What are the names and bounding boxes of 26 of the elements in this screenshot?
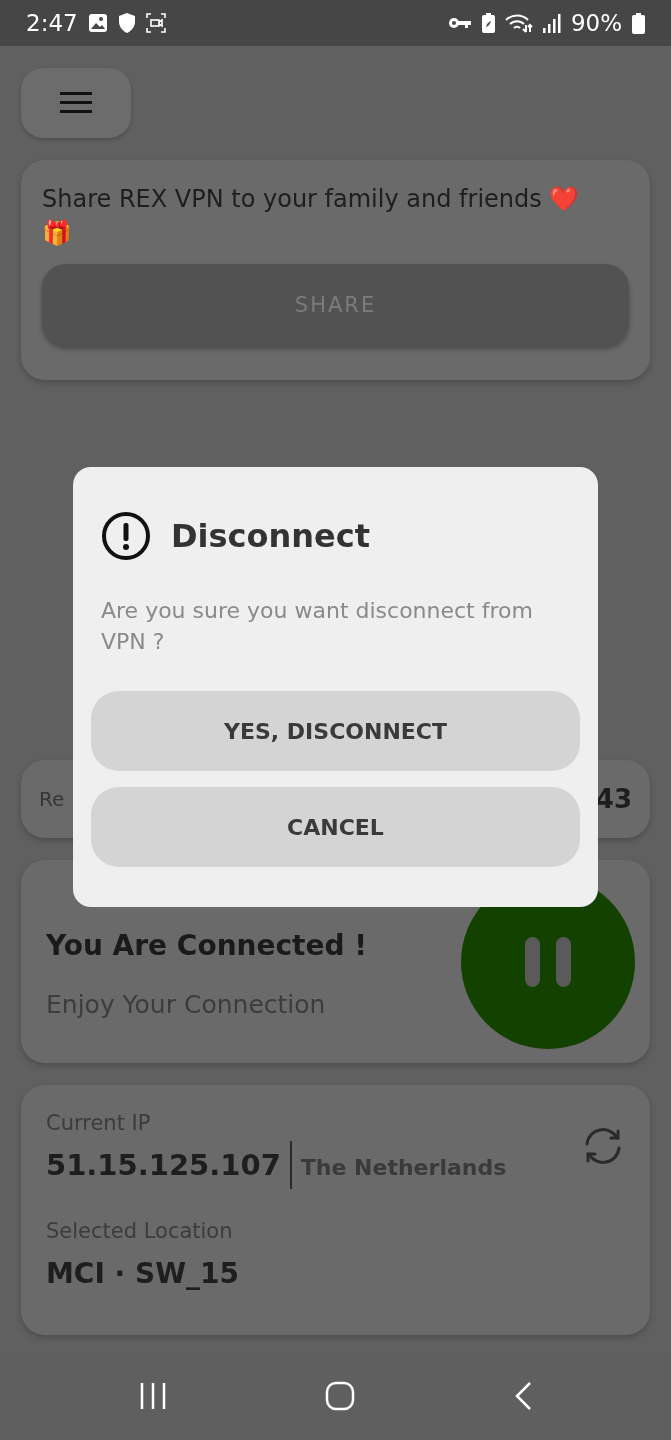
status-time: 2:47 (26, 10, 78, 36)
home-icon (325, 1381, 356, 1411)
selected-location: MCI · SW_15 (46, 1257, 240, 1290)
share-message: Share REX VPN to your family and friends ❤ 🎁 (42, 184, 581, 249)
connection-title: You Are Connected ! (46, 928, 368, 962)
dialog-message: Are you sure you want disconnect from VPN ? (100, 597, 534, 656)
ip-address: 51.15.125.107 (46, 1148, 281, 1182)
back-icon (513, 1381, 532, 1411)
battery-percent: 90% (570, 10, 622, 36)
key-icon (447, 16, 472, 30)
shield-icon (117, 13, 136, 33)
battery-icon (632, 12, 645, 34)
screen-record-icon (145, 13, 166, 33)
dialog-title: Disconnect (171, 517, 371, 555)
menu-icon (60, 92, 92, 114)
warning-icon (101, 511, 151, 561)
remaining-value: 43 (595, 784, 632, 814)
recent-apps-icon (139, 1382, 168, 1410)
menu-button[interactable] (21, 68, 131, 138)
image-icon (87, 13, 108, 33)
dialog-button[interactable]: YES, DISCONNECT (91, 691, 580, 771)
wifi-icon (504, 13, 533, 33)
dialog-button[interactable]: CANCEL (91, 787, 580, 867)
battery-saver-icon (481, 13, 495, 33)
signal-icon (542, 13, 561, 33)
pause-icon (525, 936, 571, 987)
